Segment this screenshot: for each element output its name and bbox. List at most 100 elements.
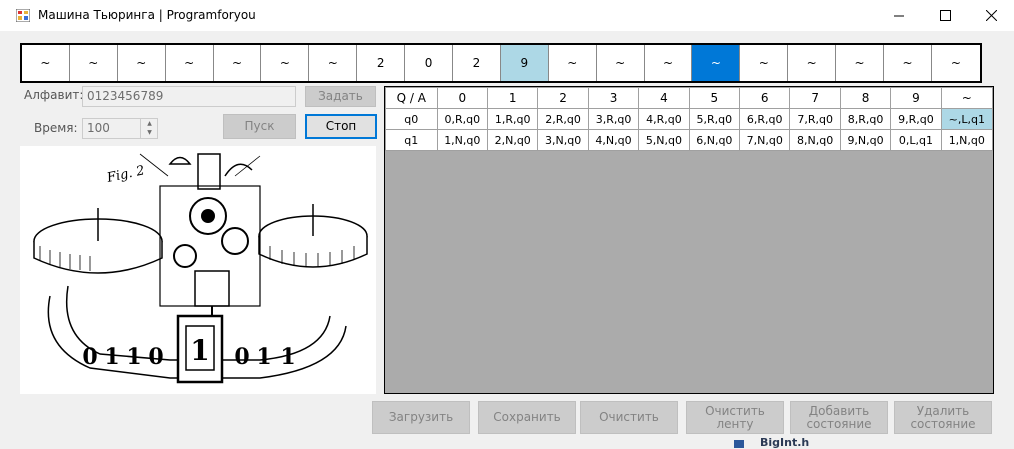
state-cell[interactable]: q0 bbox=[385, 108, 438, 130]
app-icon bbox=[16, 9, 30, 22]
illustration-tape-digit: 1 bbox=[256, 344, 271, 370]
transition-cell[interactable]: 6,N,q0 bbox=[688, 129, 741, 151]
transition-cell[interactable]: 3,R,q0 bbox=[587, 108, 640, 130]
tape-cell[interactable]: ~ bbox=[692, 45, 741, 81]
tape-cell[interactable]: ~ bbox=[645, 45, 693, 81]
clear-tape-button[interactable]: Очистить ленту bbox=[686, 401, 784, 434]
illustration-tape-digit: 1 bbox=[126, 344, 141, 370]
time-spinner[interactable]: ▲ ▼ bbox=[140, 119, 158, 138]
tape-cell[interactable]: ~ bbox=[166, 45, 214, 81]
clear-button[interactable]: Очистить bbox=[580, 401, 678, 434]
transition-table-area[interactable]: Q / A 0 1 2 3 4 5 6 7 8 9 ~ q0 0,R,q0 1,R,q0 2,R,q0 3,R,… bbox=[384, 86, 994, 394]
transition-cell[interactable]: 4,R,q0 bbox=[638, 108, 690, 130]
tape-cell[interactable]: ~ bbox=[118, 45, 166, 81]
table-row[interactable]: q1 1,N,q0 2,N,q0 3,N,q0 4,N,q0 5,N,q0 6,N,q0 7,… bbox=[385, 129, 993, 151]
transition-cell[interactable]: 6,R,q0 bbox=[739, 108, 791, 130]
column-header[interactable]: 6 bbox=[739, 87, 791, 109]
tape-cell[interactable]: ~ bbox=[214, 45, 262, 81]
tape-cell[interactable]: ~ bbox=[740, 45, 789, 81]
column-header[interactable]: 8 bbox=[839, 87, 892, 109]
alphabet-label: Алфавит: bbox=[24, 88, 84, 102]
column-header[interactable]: 1 bbox=[486, 87, 539, 109]
maximize-icon bbox=[939, 10, 951, 21]
maximize-button[interactable] bbox=[922, 0, 968, 31]
column-header[interactable]: ~ bbox=[940, 87, 993, 109]
illustration-tape-digit: 0 bbox=[82, 344, 97, 370]
tape: ~ ~ ~ ~ ~ ~ ~2 0 2 9 ~ ~ ~ ~ ~ ~ ~ ~ ~ bbox=[20, 43, 982, 83]
tape-cell[interactable]: ~ bbox=[549, 45, 597, 81]
transition-cell[interactable]: 7,N,q0 bbox=[739, 129, 791, 151]
transition-cell[interactable]: 2,R,q0 bbox=[537, 108, 589, 130]
add-state-label-line2: состояние bbox=[806, 416, 872, 431]
transition-cell[interactable]: 4,N,q0 bbox=[587, 129, 640, 151]
tape-cell[interactable]: ~ bbox=[836, 45, 885, 81]
set-alphabet-button[interactable]: Задать bbox=[305, 86, 376, 107]
background-file-name: BigInt.h bbox=[760, 436, 810, 449]
illustration-tape-digit: 0 bbox=[148, 344, 163, 370]
transition-cell[interactable]: 0,L,q1 bbox=[890, 129, 942, 151]
minimize-button[interactable] bbox=[876, 0, 922, 31]
load-button[interactable]: Загрузить bbox=[372, 401, 470, 434]
illustration-tape-digit: 1 bbox=[104, 344, 119, 370]
transition-cell[interactable]: 8,R,q0 bbox=[839, 108, 892, 130]
transition-cell[interactable]: 0,R,q0 bbox=[436, 108, 489, 130]
column-header[interactable]: 4 bbox=[638, 87, 690, 109]
background-window-strip: BigInt.h bbox=[690, 436, 1014, 449]
tape-cell[interactable]: ~ bbox=[932, 45, 980, 81]
transition-cell[interactable]: 8,N,q0 bbox=[789, 129, 841, 151]
tape-cell[interactable]: ~ bbox=[884, 45, 932, 81]
close-button[interactable] bbox=[968, 0, 1014, 31]
tape-cell[interactable]: ~ bbox=[261, 45, 310, 81]
title-bar: Машина Тьюринга | Programforyou bbox=[0, 0, 1014, 31]
transition-cell[interactable]: 9,N,q0 bbox=[839, 129, 892, 151]
state-cell[interactable]: q1 bbox=[385, 129, 438, 151]
window-title: Машина Тьюринга | Programforyou bbox=[38, 8, 256, 22]
time-label: Время: bbox=[34, 121, 78, 135]
tape-cell[interactable]: ~ bbox=[22, 45, 70, 81]
save-button[interactable]: Сохранить bbox=[478, 401, 576, 434]
table-row[interactable]: q0 0,R,q0 1,R,q0 2,R,q0 3,R,q0 4,R,q0 5,R,q0 6,… bbox=[385, 108, 993, 130]
transition-cell[interactable]: 2,N,q0 bbox=[486, 129, 539, 151]
transition-cell[interactable]: 5,R,q0 bbox=[688, 108, 741, 130]
spin-down-icon[interactable]: ▼ bbox=[141, 128, 158, 137]
stop-button[interactable]: Стоп bbox=[305, 114, 377, 139]
add-state-button[interactable]: Добавить состояние bbox=[790, 401, 888, 434]
tape-cell[interactable]: 2 bbox=[453, 45, 501, 81]
add-state-label-line1: Добавить bbox=[808, 403, 870, 418]
column-header[interactable]: 5 bbox=[688, 87, 741, 109]
transition-cell[interactable]: ~,L,q1 bbox=[940, 108, 993, 130]
transition-cell[interactable]: 9,R,q0 bbox=[890, 108, 942, 130]
transition-cell[interactable]: 5,N,q0 bbox=[638, 129, 690, 151]
transition-cell[interactable]: 1,N,q0 bbox=[940, 129, 993, 151]
illustration-tape-digit: 1 bbox=[280, 344, 295, 370]
minimize-icon bbox=[894, 15, 904, 16]
column-header[interactable]: 7 bbox=[789, 87, 841, 109]
spin-up-icon[interactable]: ▲ bbox=[141, 119, 158, 128]
column-header[interactable]: 3 bbox=[587, 87, 640, 109]
illustration-tape-digit: 0 bbox=[234, 344, 249, 370]
turing-machine-drawing: Fig. 2 0110011 1 bbox=[33, 153, 368, 384]
tape-cell[interactable]: 2 bbox=[357, 45, 406, 81]
remove-state-button[interactable]: Удалить состояние bbox=[894, 401, 992, 434]
tape-cell[interactable]: 0 bbox=[405, 45, 454, 81]
column-header[interactable]: 9 bbox=[890, 87, 942, 109]
transition-cell[interactable]: 1,R,q0 bbox=[486, 108, 539, 130]
column-header[interactable]: 0 bbox=[436, 87, 489, 109]
start-button[interactable]: Пуск bbox=[223, 114, 296, 139]
transition-cell[interactable]: 7,R,q0 bbox=[789, 108, 841, 130]
remove-state-label-line1: Удалить bbox=[916, 403, 970, 418]
transition-cell[interactable]: 1,N,q0 bbox=[436, 129, 489, 151]
turing-machine-illustration: Fig. 2 0110011 1 bbox=[20, 146, 376, 394]
transition-table[interactable]: Q / A 0 1 2 3 4 5 6 7 8 9 ~ q0 0,R,q0 1,R,q0 2,R,q0 3,R,… bbox=[385, 87, 993, 151]
remove-state-label-line2: состояние bbox=[910, 416, 976, 431]
tape-cell[interactable]: ~ bbox=[788, 45, 837, 81]
background-file-icon bbox=[734, 440, 744, 448]
tape-cell[interactable]: ~ bbox=[70, 45, 118, 81]
transition-cell[interactable]: 3,N,q0 bbox=[537, 129, 589, 151]
column-header[interactable]: 2 bbox=[537, 87, 589, 109]
tape-cell[interactable]: ~ bbox=[597, 45, 645, 81]
tape-cell[interactable]: 9 bbox=[500, 45, 549, 81]
column-header[interactable]: Q / A bbox=[385, 87, 438, 109]
alphabet-input[interactable]: 0123456789 bbox=[82, 86, 296, 107]
tape-cell[interactable]: ~ bbox=[309, 45, 358, 81]
